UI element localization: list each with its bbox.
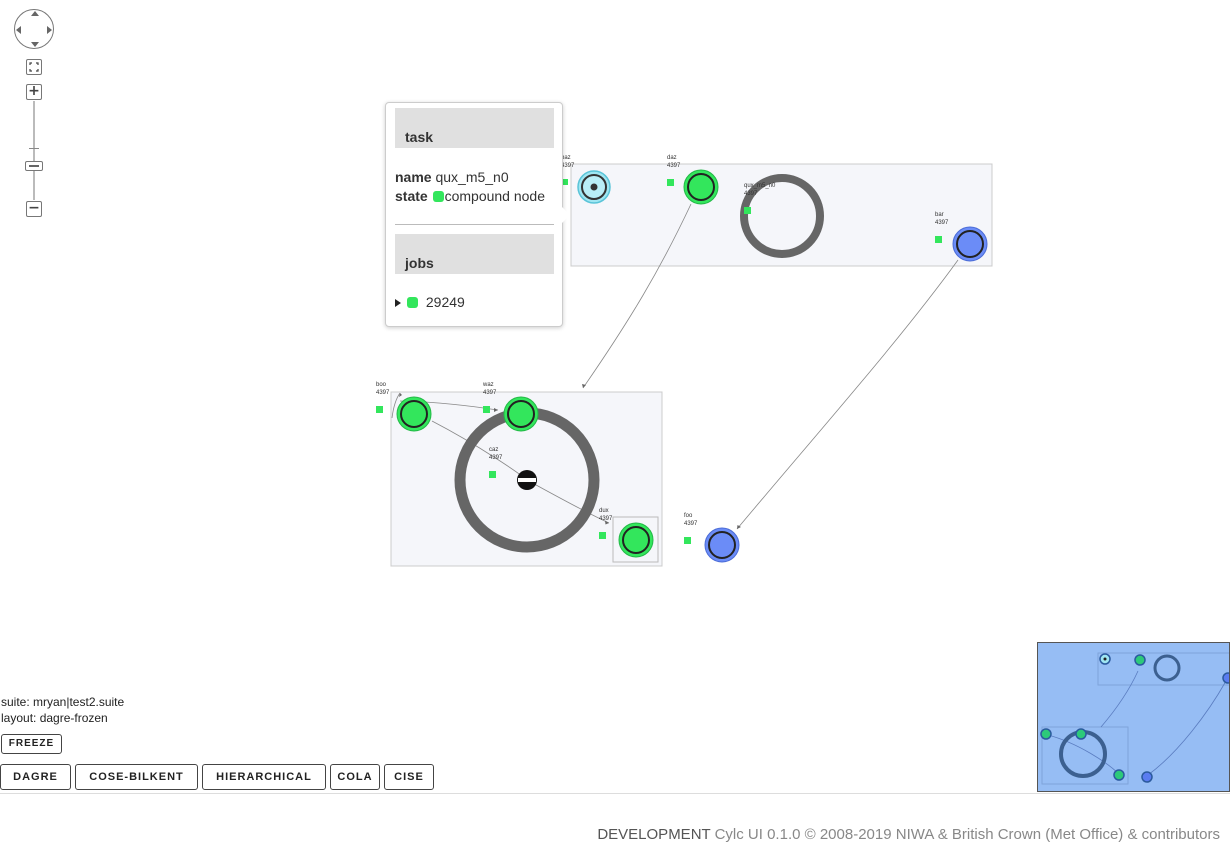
node-foo[interactable] <box>704 527 740 563</box>
node-caz[interactable] <box>517 470 537 490</box>
node-label-cycle: 4397 <box>935 220 949 226</box>
tooltip-divider <box>395 224 554 225</box>
minimap-canvas <box>1040 652 1229 785</box>
tooltip-name-label: name <box>395 169 432 185</box>
tooltip-state-value: compound node <box>444 188 545 204</box>
node-label-name: daz <box>667 155 677 161</box>
tooltip-jobs-header: jobs <box>395 234 554 274</box>
state-succeeded-icon <box>432 191 444 202</box>
job-state-icon <box>407 297 418 308</box>
layout-dagre-button[interactable]: DAGRE <box>0 764 71 790</box>
node-label-cycle: 4397 <box>684 521 698 527</box>
edge-bar-foo <box>736 259 959 530</box>
node-dux[interactable] <box>618 522 654 558</box>
layout-cose-bilkent-button[interactable]: COSE-BILKENT <box>75 764 198 790</box>
tooltip-job-row[interactable]: 29249 <box>395 294 465 310</box>
node-tooltip: task name qux_m5_n0 state compound node … <box>385 102 570 327</box>
graph-minimap[interactable] <box>1037 642 1230 792</box>
footer-divider <box>0 793 1230 794</box>
node-label-name: boo <box>376 382 387 388</box>
node-bar[interactable] <box>952 226 988 262</box>
node-label-cycle: 4397 <box>744 191 758 197</box>
tooltip-name-value: qux_m5_n0 <box>435 169 509 185</box>
layout-cola-button[interactable]: COLA <box>330 764 380 790</box>
node-boo[interactable] <box>396 396 432 432</box>
tooltip-job-id: 29249 <box>425 294 465 310</box>
suite-info: suite: mryan|test2.suite <box>1 695 125 709</box>
node-label-name: qux_m5_n0 <box>744 183 776 189</box>
footer-development: DEVELOPMENT <box>597 826 711 843</box>
layout-hierarchical-button[interactable]: HIERARCHICAL <box>202 764 326 790</box>
tooltip-name-row: name qux_m5_n0 <box>395 169 509 185</box>
freeze-button[interactable]: FREEZE <box>1 734 62 754</box>
expand-triangle-icon[interactable] <box>395 299 401 307</box>
node-label-name: caz <box>489 447 498 453</box>
layout-info: layout: dagre-frozen <box>1 711 108 725</box>
layout-cise-button[interactable]: CISE <box>384 764 434 790</box>
tooltip-state-label: state <box>395 188 428 204</box>
node-label-cycle: 4397 <box>599 516 613 522</box>
node-label-cycle: 4397 <box>376 390 390 396</box>
tooltip-state-row: state compound node <box>395 188 545 204</box>
node-label-cycle: 4397 <box>489 455 503 461</box>
node-label-cycle: 4397 <box>561 163 575 169</box>
node-label-cycle: 4397 <box>667 163 681 169</box>
node-daz[interactable] <box>683 169 719 205</box>
footer: DEVELOPMENT Cylc UI 0.1.0 © 2008-2019 NI… <box>597 826 1220 843</box>
node-baz[interactable] <box>577 170 611 204</box>
node-label-name: waz <box>482 382 494 388</box>
node-waz[interactable] <box>503 396 539 432</box>
node-label-cycle: 4397 <box>483 390 497 396</box>
node-label-name: foo <box>684 513 693 519</box>
tooltip-task-header: task <box>395 108 554 148</box>
node-label-name: dux <box>599 508 609 514</box>
node-label-name: bar <box>935 212 944 218</box>
graph-canvas[interactable]: baz 4397 daz 4397 qux_m5_n0 4397 bar 439… <box>0 0 1230 640</box>
footer-copyright: Cylc UI 0.1.0 © 2008-2019 NIWA & British… <box>714 826 1220 843</box>
